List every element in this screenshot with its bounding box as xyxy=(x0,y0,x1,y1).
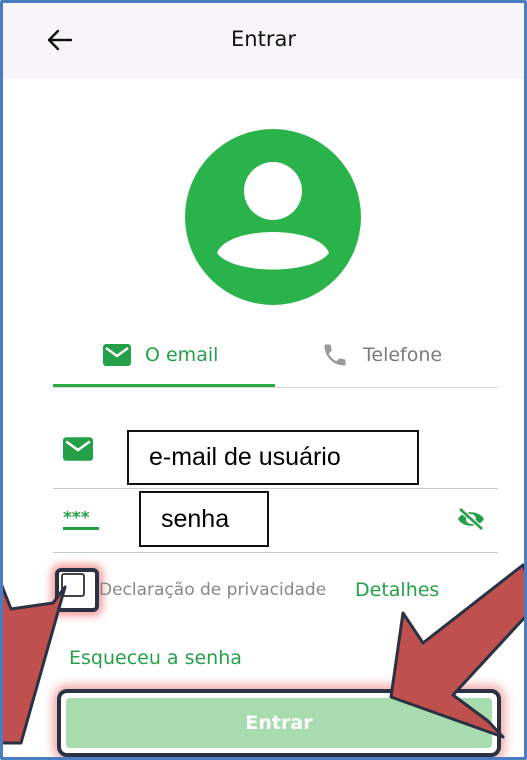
password-field[interactable]: *** senha xyxy=(53,489,498,553)
account-circle-icon xyxy=(185,129,361,310)
tab-divider xyxy=(53,387,498,388)
tab-email[interactable]: O email xyxy=(103,339,218,371)
password-dots-icon: *** xyxy=(63,508,99,536)
mail-icon xyxy=(63,437,93,466)
privacy-details-link[interactable]: Detalhes xyxy=(355,579,439,601)
tab-email-label: O email xyxy=(145,344,219,366)
phone-icon xyxy=(321,341,349,369)
tab-phone-label: Telefone xyxy=(363,344,443,366)
eye-off-icon[interactable] xyxy=(456,507,486,536)
svg-text:***: *** xyxy=(63,511,90,528)
email-label: e-mail de usuário xyxy=(127,430,419,485)
app-bar: Entrar xyxy=(3,3,524,79)
forgot-password-link[interactable]: Esqueceu a senha xyxy=(69,647,242,669)
email-field[interactable]: e-mail de usuário xyxy=(53,425,498,489)
privacy-row: Declaração de privacidade Detalhes xyxy=(53,563,498,613)
app-screen: Entrar O email Telefone e-mail de usuári… xyxy=(0,0,527,760)
tab-phone[interactable]: Telefone xyxy=(321,339,442,371)
privacy-checkbox[interactable] xyxy=(61,573,85,597)
privacy-text: Declaração de privacidade xyxy=(99,580,327,600)
login-button[interactable]: Entrar xyxy=(66,698,492,748)
login-button-highlight: Entrar xyxy=(57,689,501,757)
mail-icon xyxy=(103,344,131,366)
page-title: Entrar xyxy=(231,27,296,51)
password-label: senha xyxy=(139,491,269,547)
